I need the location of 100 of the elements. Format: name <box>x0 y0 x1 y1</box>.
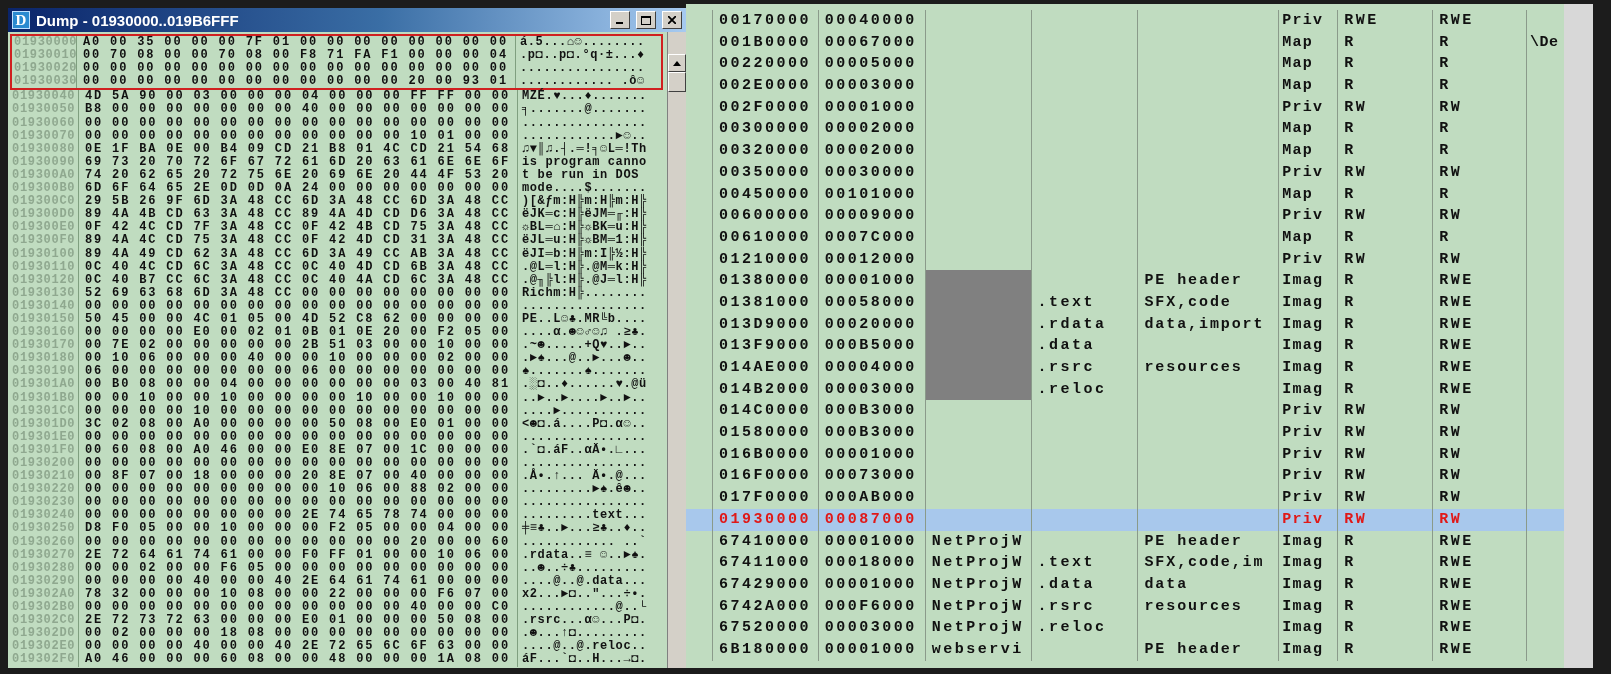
hex-bytes: 00 8F 07 00 18 00 00 00 20 8E 07 00 40 00 00 00 <box>79 470 518 484</box>
ascii-text: t be run in DOS <box>521 168 640 182</box>
region-address: 016F0000 <box>718 467 811 485</box>
maximize-button[interactable] <box>636 11 656 29</box>
ascii-text: ............ .ô☺ <box>519 75 645 89</box>
memory-type: Priv <box>1282 12 1324 29</box>
memory-type: Map <box>1282 77 1313 95</box>
owner-name: NetProjW <box>931 532 1024 550</box>
contents-text: PE header <box>1144 272 1243 290</box>
hex-bytes: 29 5B 26 9F 6D 3A 48 CC 6D 3A 48 CC 6D 3A 48 CC <box>79 195 518 209</box>
memory-type: Priv <box>1282 207 1324 225</box>
memory-type: Imag <box>1282 380 1324 398</box>
access-rights: RW <box>1344 467 1368 485</box>
region-size: 00001000 <box>824 532 917 550</box>
region-address: 00300000 <box>718 120 811 138</box>
region-address: 67520000 <box>718 619 811 637</box>
contents-text: SFX,code <box>1144 293 1232 311</box>
access-rights: R <box>1344 554 1356 572</box>
region-address: 67429000 <box>718 575 811 593</box>
mapped-path: \De <box>1530 33 1559 51</box>
initial-access: RWE <box>1439 272 1474 290</box>
hex-bytes: A0 46 00 00 00 60 08 00 00 48 00 00 00 1A 08 00 <box>79 653 518 667</box>
region-size: 00002000 <box>824 120 917 138</box>
hex-bytes: D8 F0 05 00 00 10 00 00 00 F2 05 00 00 04 00 00 <box>79 522 518 536</box>
access-rights: R <box>1344 272 1356 290</box>
region-size: 000F6000 <box>824 597 917 615</box>
hex-bytes: 00 00 00 00 00 00 00 00 00 10 06 00 88 02 00 00 <box>79 483 518 497</box>
hex-bytes: 89 4A 4C CD 75 3A 48 CC 0F 42 4D CD 31 3A 48 CC <box>79 234 518 248</box>
hex-bytes: 00 00 00 00 10 00 00 00 00 00 00 00 00 00 00 00 <box>79 404 518 418</box>
ascii-text: .`◘.áF..αÄ•.∟... <box>521 443 647 457</box>
window-title: Dump - 01930000..019B6FFF <box>36 11 240 29</box>
hex-bytes: 69 73 20 70 72 6F 67 72 61 6D 20 63 61 6E 6E 6F <box>79 155 518 169</box>
memory-type: Imag <box>1282 640 1324 658</box>
access-rights: R <box>1344 185 1356 203</box>
ascii-text: ëJL═u:H╠☼BM═1:H╠ <box>521 234 647 248</box>
region-address: 00320000 <box>718 142 811 160</box>
initial-access: RWE <box>1439 359 1474 376</box>
ascii-text: .►♠...@..►...☻.. <box>521 352 647 366</box>
ascii-text: .@╖╠l:H╠.@J═l:H╠ <box>521 273 647 287</box>
access-rights: R <box>1344 597 1356 615</box>
initial-access: RW <box>1439 98 1463 116</box>
minimize-button[interactable] <box>610 11 630 29</box>
scroll-up-button[interactable] <box>668 54 686 72</box>
region-address: 016B0000 <box>718 445 811 463</box>
initial-access: R <box>1439 120 1451 138</box>
contents-text: PE header <box>1144 640 1243 658</box>
owner-name: NetProjW <box>931 597 1024 615</box>
initial-access: R <box>1439 55 1451 73</box>
region-size: 00101000 <box>824 185 917 203</box>
hex-bytes: 6D 6F 64 65 2E 0D 0D 0A 24 00 00 00 00 00 00 00 <box>79 182 518 196</box>
region-size: 00001000 <box>824 272 917 290</box>
memory-type: Imag <box>1282 532 1324 550</box>
ascii-text: )[&ƒm:H╠m:H╠m:H╠ <box>521 195 647 209</box>
memory-type: Imag <box>1282 597 1324 615</box>
ascii-text: ............ ..` <box>521 535 647 549</box>
region-address: 00220000 <box>718 55 811 73</box>
initial-access: RW <box>1439 207 1463 225</box>
region-size: 00087000 <box>824 510 917 528</box>
hex-bytes: 00 00 00 00 00 00 00 00 00 00 00 00 00 00 00 00 <box>79 430 518 444</box>
region-address: 013D9000 <box>718 315 811 333</box>
access-rights: RW <box>1344 207 1368 225</box>
access-rights: RWE <box>1344 12 1379 29</box>
close-button[interactable] <box>662 11 682 29</box>
scrollbar-track[interactable] <box>1564 4 1593 668</box>
region-address: 6742A000 <box>718 597 811 615</box>
ascii-text: .@L═l:H╠.@M═k:H╠ <box>521 260 647 274</box>
owner-name: NetProjW <box>931 575 1024 593</box>
access-rights: R <box>1344 55 1356 73</box>
memory-type: Map <box>1282 33 1313 51</box>
initial-access: RWE <box>1439 380 1474 398</box>
hex-bytes: 00 00 00 00 00 00 00 00 00 00 00 00 00 00 00 00 <box>79 299 518 313</box>
memory-type: Priv <box>1282 163 1324 181</box>
initial-access: RWE <box>1439 640 1474 658</box>
memory-type: Imag <box>1282 337 1324 355</box>
region-size: 00067000 <box>824 33 917 51</box>
selected-row-highlight[interactable]: 01930000 00087000 Priv RW RW <box>686 508 1564 531</box>
memory-type: Priv <box>1282 250 1324 268</box>
hex-bytes: 2E 72 73 72 63 00 00 00 E0 01 00 00 00 50 08 00 <box>79 614 518 628</box>
ascii-text: ............@..└ <box>521 601 647 615</box>
initial-access: RWE <box>1439 619 1474 637</box>
hex-bytes: 00 B0 08 00 00 04 00 00 00 00 00 00 03 00 40 81 <box>79 378 518 392</box>
region-size: 00040000 <box>824 12 917 29</box>
hex-bytes: 4D 5A 90 00 03 00 00 00 04 00 00 00 FF FF 00 00 <box>79 90 518 104</box>
region-size: 00001000 <box>824 640 917 658</box>
region-address: 002F0000 <box>718 98 811 116</box>
region-address: 00350000 <box>718 163 811 181</box>
scrollbar-thumb[interactable] <box>668 72 686 92</box>
ascii-text: .Å•.↑... Ä•.@... <box>521 470 647 484</box>
region-size: 00001000 <box>824 575 917 593</box>
ascii-text: <☻◘.á....P◘.α☺.. <box>521 417 647 431</box>
access-rights: R <box>1344 337 1356 355</box>
region-size: 00058000 <box>824 293 917 311</box>
section-name: .text <box>1037 554 1096 572</box>
initial-access: RWE <box>1439 337 1474 355</box>
region-size: 00012000 <box>824 250 917 268</box>
region-address: 01210000 <box>718 250 811 268</box>
memory-type: Imag <box>1282 272 1324 290</box>
hex-bytes: 0C 40 4C CD 6C 3A 48 CC 0C 40 4D CD 6B 3A 48 CC <box>79 260 518 274</box>
hex-bytes: 00 00 00 00 00 00 00 00 00 00 00 00 10 01 00 00 <box>79 129 518 143</box>
access-rights: RW <box>1344 250 1368 268</box>
